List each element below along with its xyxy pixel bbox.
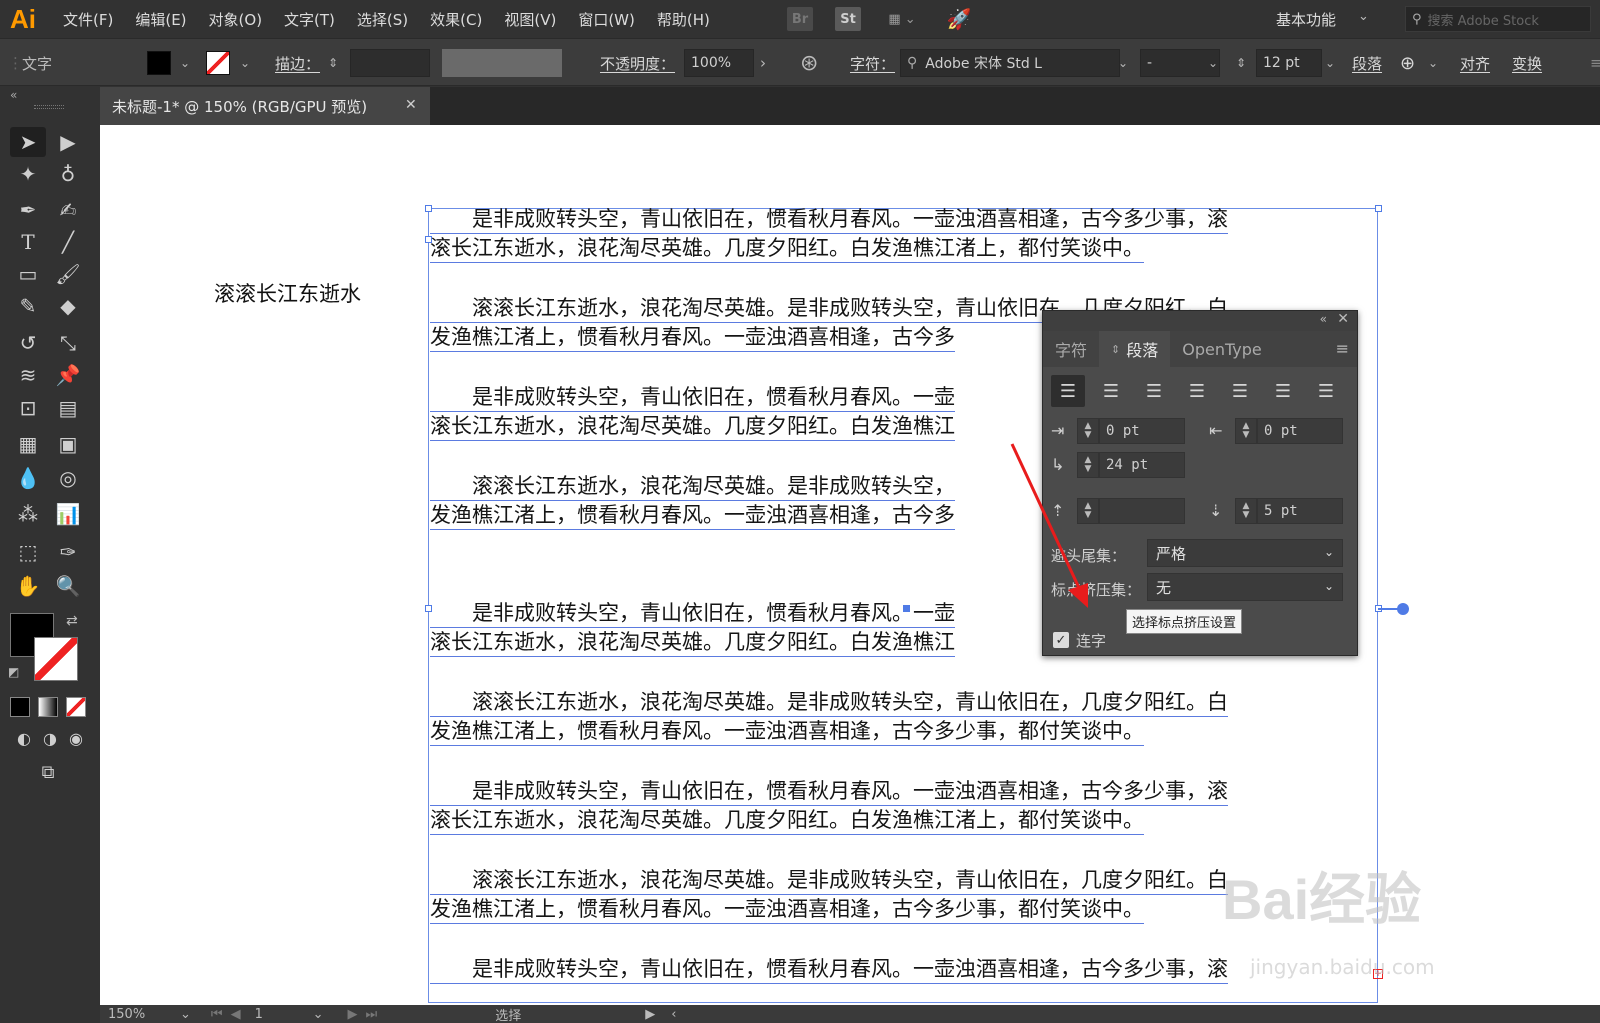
- first-artboard-icon[interactable]: ⏮: [211, 1007, 223, 1022]
- scroll-left-icon[interactable]: ‹: [671, 1007, 676, 1022]
- arrow-head: [1068, 583, 1088, 608]
- arrow-shaft: [1010, 443, 1082, 591]
- artboard-number[interactable]: 1: [255, 1007, 305, 1022]
- annotation-arrow: [1010, 443, 1088, 608]
- status-menu-arrow-icon[interactable]: ▶: [645, 1007, 655, 1022]
- next-artboard-icon[interactable]: ▶: [348, 1007, 358, 1022]
- zoom-level[interactable]: 150%: [108, 1007, 168, 1022]
- chevron-down-icon[interactable]: ⌄: [180, 1007, 191, 1022]
- chevron-down-icon[interactable]: ⌄: [313, 1007, 324, 1022]
- status-mode: 选择: [495, 1008, 522, 1023]
- last-artboard-icon[interactable]: ⏭: [366, 1007, 378, 1022]
- prev-artboard-icon[interactable]: ◀: [231, 1007, 241, 1022]
- status-bar: 150% ⌄ ⏮ ◀ 1 ⌄ ▶ ⏭ 选择 ▶ ‹: [100, 1005, 1600, 1023]
